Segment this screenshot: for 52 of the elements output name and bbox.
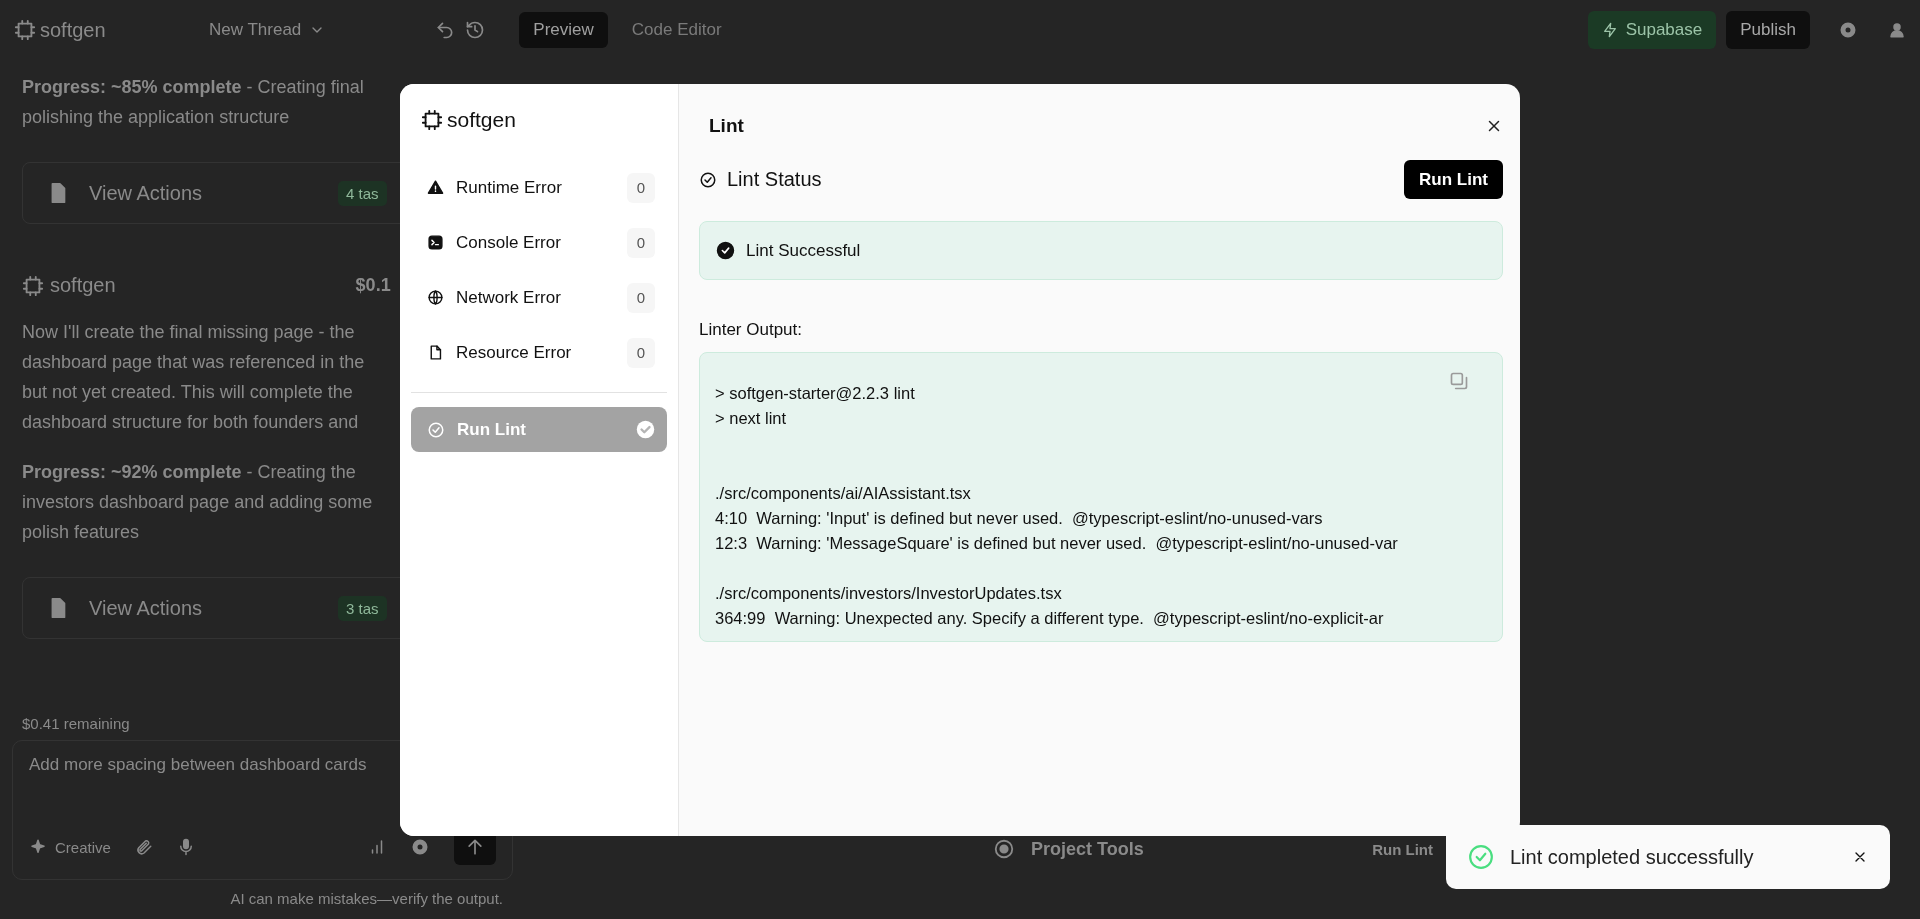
error-category-item[interactable]: Resource Error 0 [411,325,667,380]
logo-icon [421,109,443,131]
supabase-button[interactable]: Supabase [1587,11,1717,49]
task-count-badge: 4 tas [338,180,387,206]
warning-icon [427,179,444,196]
status-text: Lint Successful [746,240,861,261]
message-text: Now I'll create the final missing page - the dashboard page that was referenced in the but not yet created. This will complete the dashboard structure for both founders and [22,321,365,434]
message-text: Progress: ~92% complete - Creating the investors dashboard page and adding some polish features [22,461,373,544]
run-lint-link[interactable]: Run Lint [1372,840,1433,858]
history-icon[interactable] [465,20,486,40]
logo-icon [14,19,36,41]
user-icon[interactable] [1888,21,1906,39]
bolt-icon [1601,22,1618,38]
linter-output-text: > softgen-starter@2.2.3 lint > next lint ./src/components/ai/AIAssistant.tsx 4:10 Warning: 'Input' is defined but never used. @typescript-eslint/no-unused-vars 12:3 Warning: 'MessageSquare' is defined but never used. @typescript-eslint/no-unused-var ./src/components/investors/InvestorUpdates.tsx 364:99 Warning: Unexpected any. Specify a different type. @typescript-eslint/no-explicit-ar [715,383,1399,629]
mode-selector[interactable]: Creative [55,838,111,856]
section-heading: Lint Status [727,168,823,191]
run-lint-button[interactable]: Run Lint [1404,160,1503,199]
credit-remaining: $0.41 remaining [22,715,131,734]
error-category-item[interactable]: Network Error 0 [411,270,667,325]
view-tab[interactable]: Preview [519,12,608,48]
error-count: 0 [627,227,655,258]
publish-button[interactable]: Publish [1726,11,1810,49]
arrow-up-icon [465,837,485,857]
message-text: Progress: ~85% complete - Creating final polishing the application structure [22,76,364,129]
error-count: 0 [627,172,655,203]
paperclip-icon[interactable] [134,838,153,856]
disclaimer-text: AI can make mistakes—verify the output. [229,889,503,909]
check-circle-icon [1468,844,1494,870]
error-count: 0 [627,337,655,368]
copy-icon[interactable] [1449,371,1469,391]
actions-label: View Actions [89,596,204,620]
logo-text: softgen [447,108,516,132]
view-tab[interactable]: Code Editor [617,12,736,48]
message-cost: $0.1 [355,275,391,296]
logo-text: softgen [40,18,106,42]
error-count: 0 [627,282,655,313]
terminal-icon [427,234,444,251]
author-name: softgen [50,274,116,297]
project-tools-label: Project Tools [1031,838,1144,860]
thread-dropdown[interactable]: New Thread [209,20,326,40]
check-circle-icon [699,170,717,189]
toast-message: Lint completed successfully [1510,845,1755,869]
target-icon [993,838,1015,860]
sparkle-icon [29,838,47,856]
check-circle-icon [716,241,735,260]
dialog-title: Lint [709,115,745,137]
actions-label: View Actions [89,181,204,205]
task-count-badge: 3 tas [338,595,387,621]
globe-icon [427,289,444,306]
logo-icon [22,274,44,297]
output-label: Linter Output: [699,320,803,340]
check-circle-icon [427,420,445,439]
